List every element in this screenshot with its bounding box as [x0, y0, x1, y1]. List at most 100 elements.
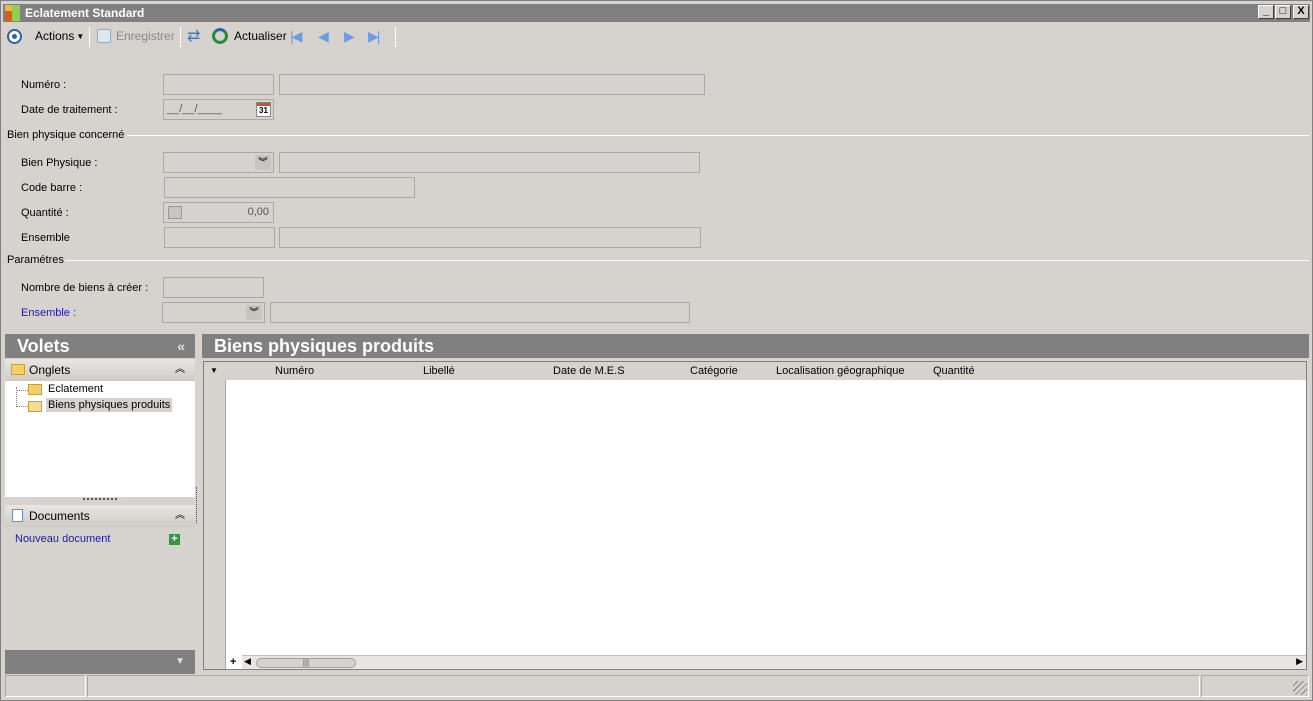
section-bien-physique: Bien physique concerné	[7, 129, 125, 141]
quantite-field[interactable]: 0,00	[163, 202, 274, 223]
nombre-biens-label: Nombre de biens à créer :	[21, 282, 149, 294]
biens-header: Biens physiques produits	[202, 334, 1309, 358]
column-header-libelle[interactable]: Libellé	[423, 365, 455, 377]
onglets-group-header[interactable]: Onglets ︽	[5, 359, 195, 381]
section-divider	[127, 135, 1309, 136]
quantite-value: 0,00	[247, 206, 269, 218]
date-placeholder: __/__/____	[167, 103, 223, 115]
minimize-button[interactable]: _	[1258, 5, 1274, 19]
grid-header: ▼ Numéro Libellé Date de M.E.S Catégorie…	[204, 362, 1306, 380]
scroll-right-icon[interactable]: ▶	[1296, 656, 1303, 667]
app-window: Eclatement Standard _ □ X Actions ▼ Enre…	[0, 0, 1313, 701]
column-header-quantite[interactable]: Quantité	[933, 365, 975, 377]
save-button[interactable]: Enregistrer	[97, 24, 175, 48]
folder-icon	[28, 384, 42, 395]
window-title: Eclatement Standard	[25, 6, 145, 20]
close-button[interactable]: X	[1293, 5, 1309, 19]
add-document-icon[interactable]: +	[169, 534, 180, 545]
column-header-categorie[interactable]: Catégorie	[690, 365, 738, 377]
save-icon	[97, 29, 111, 43]
scrollbar-thumb[interactable]: |||	[256, 658, 356, 668]
numero-field[interactable]	[163, 74, 274, 95]
folder-open-icon	[28, 401, 42, 412]
section-divider	[65, 260, 1309, 261]
numero-label: Numéro :	[21, 79, 67, 91]
app-logo-icon	[5, 5, 23, 21]
save-label: Enregistrer	[116, 29, 175, 43]
quantite-label: Quantité :	[21, 207, 69, 219]
toolbar-separator	[395, 27, 396, 47]
data-grid: ▼ Numéro Libellé Date de M.E.S Catégorie…	[203, 361, 1307, 670]
actions-label: Actions	[35, 29, 75, 43]
toolbar-separator	[180, 27, 181, 47]
code-barre-label: Code barre :	[21, 182, 83, 194]
date-field[interactable]: __/__/____ 31	[163, 99, 274, 120]
documents-label: Documents	[29, 509, 90, 523]
column-header-date-mes[interactable]: Date de M.E.S	[553, 365, 625, 377]
collapse-icon[interactable]: «	[177, 334, 185, 358]
ensemble-param-label: Ensemble :	[21, 307, 77, 319]
collapse-up-icon[interactable]: ︽	[175, 505, 185, 527]
volets-header: Volets «	[5, 334, 195, 358]
last-record-icon[interactable]: ▶|	[368, 24, 380, 48]
pane-splitter[interactable]	[196, 487, 199, 523]
status-panel-1	[5, 675, 86, 697]
pane-resize-grip[interactable]	[83, 498, 117, 501]
chevron-down-icon[interactable]: ▼	[175, 656, 185, 667]
date-label: Date de traitement :	[21, 104, 118, 116]
quantite-spinner-icon[interactable]	[168, 206, 182, 219]
new-document-link[interactable]: Nouveau document	[15, 533, 110, 545]
tree-connector	[16, 406, 28, 407]
document-icon	[12, 509, 23, 522]
ensemble-description-field[interactable]	[279, 227, 701, 248]
tree-item-biens-physiques-produits[interactable]: Biens physiques produits	[46, 398, 173, 412]
folder-icon	[11, 364, 25, 375]
code-barre-field[interactable]	[164, 177, 415, 198]
tree-item-eclatement[interactable]: Eclatement	[46, 382, 105, 396]
toolbar-separator	[89, 27, 90, 47]
bien-physique-description-field[interactable]	[279, 152, 700, 173]
refresh-icon	[212, 28, 228, 44]
toolbar: Actions ▼ Enregistrer ⇄ Actualiser |◀ ◀ …	[3, 24, 1310, 50]
maximize-button[interactable]: □	[1275, 5, 1291, 19]
collapse-up-icon[interactable]: ︽	[175, 359, 185, 381]
sync-button[interactable]: ⇄	[187, 24, 200, 48]
actions-circle-icon[interactable]	[7, 24, 22, 48]
column-chooser-icon[interactable]: ▼	[210, 366, 218, 375]
double-chevron-down-icon[interactable]: ︾	[255, 155, 271, 170]
row-indicator-column	[204, 380, 226, 669]
resize-grip-icon[interactable]	[1293, 681, 1307, 695]
ensemble-field[interactable]	[164, 227, 275, 248]
refresh-button[interactable]: Actualiser	[212, 24, 287, 48]
bien-physique-select[interactable]: ︾	[163, 152, 274, 173]
first-record-icon[interactable]: |◀	[290, 24, 302, 48]
actions-menu-button[interactable]: Actions ▼	[35, 24, 84, 48]
calendar-icon[interactable]: 31	[256, 102, 271, 117]
tree-connector	[16, 390, 28, 391]
sync-icon: ⇄	[187, 28, 201, 45]
refresh-label: Actualiser	[234, 29, 287, 43]
title-bar: Eclatement Standard _ □ X	[3, 4, 1310, 22]
status-panel-2	[87, 675, 1200, 697]
ensemble-param-select[interactable]: ︾	[162, 302, 265, 323]
biens-title: Biens physiques produits	[214, 336, 435, 356]
calendar-day: 31	[259, 106, 268, 115]
ensemble-param-description-field[interactable]	[270, 302, 690, 323]
next-record-icon[interactable]: ▶	[344, 24, 355, 48]
bien-physique-label: Bien Physique :	[21, 157, 98, 169]
onglets-tree: Eclatement Biens physiques produits	[5, 381, 195, 497]
horizontal-scrollbar[interactable]: ◀ ||| ▶	[242, 655, 1306, 669]
double-chevron-down-icon[interactable]: ︾	[246, 305, 262, 320]
column-header-numero[interactable]: Numéro	[275, 365, 314, 377]
column-header-localisation[interactable]: Localisation géographique	[776, 365, 904, 377]
previous-record-icon[interactable]: ◀	[318, 24, 329, 48]
pane-footer[interactable]: ▼	[5, 650, 195, 674]
caret-down-icon: ▼	[76, 31, 85, 41]
numero-description-field[interactable]	[279, 74, 705, 95]
documents-group-header[interactable]: Documents ︽	[5, 505, 195, 527]
section-parametres: Paramétres	[7, 254, 64, 266]
nombre-biens-field[interactable]	[163, 277, 264, 298]
add-row-button[interactable]: +	[230, 656, 236, 668]
volets-title: Volets	[17, 336, 70, 356]
scroll-left-icon[interactable]: ◀	[244, 656, 251, 667]
